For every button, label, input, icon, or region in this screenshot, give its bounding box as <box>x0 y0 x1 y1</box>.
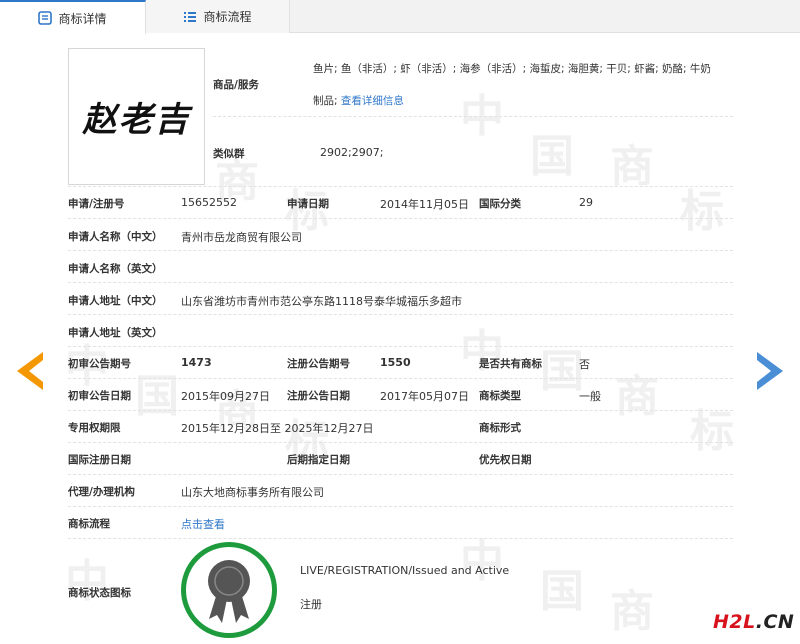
agent-label: 代理/办理机构 <box>68 486 135 498</box>
site-brand-logo: H2L.CN <box>713 611 794 633</box>
prelim-date-label: 初审公告日期 <box>68 390 131 402</box>
intl-reg-date-label: 国际注册日期 <box>68 454 131 466</box>
previous-arrow-inner <box>29 360 43 382</box>
reg-pub-date-value: 2017年05月07日 <box>380 390 469 403</box>
tab-trademark-flow[interactable]: 商标流程 <box>146 0 290 33</box>
address-cn-label: 申请人地址（中文） <box>68 295 163 307</box>
tm-type-label: 商标类型 <box>479 390 521 402</box>
tab-trademark-details[interactable]: 商标详情 <box>0 0 146 34</box>
watermark-char: 国 <box>530 131 574 182</box>
brand-part1: H2L <box>713 611 756 633</box>
tab-label: 商标详情 <box>58 11 107 26</box>
list-icon <box>183 10 197 24</box>
trademark-image: 赵老吉 <box>68 48 205 185</box>
view-flow-link[interactable]: 点击查看 <box>181 516 225 532</box>
view-details-link[interactable]: 查看详细信息 <box>341 95 404 107</box>
status-label: 商标状态图标 <box>68 587 131 599</box>
document-icon <box>38 11 53 25</box>
app-date-value: 2014年11月05日 <box>380 198 469 211</box>
reg-no-label: 申请/注册号 <box>68 198 125 210</box>
agent-value: 山东大地商标事务所有限公司 <box>181 486 324 499</box>
brand-part2: .CN <box>755 611 795 633</box>
status-badge <box>181 542 277 638</box>
prelim-no-label: 初审公告期号 <box>68 358 131 370</box>
divider <box>68 250 733 251</box>
exclusive-period-label: 专用权期限 <box>68 422 121 434</box>
watermark-char: 商 <box>610 141 654 192</box>
watermark-char: 中 <box>460 91 504 142</box>
status-en: LIVE/REGISTRATION/Issued and Active <box>300 564 510 577</box>
intl-class-label: 国际分类 <box>479 198 521 210</box>
priority-date-label: 优先权日期 <box>479 454 532 466</box>
goods-line2: 制品; 查看详细信息 <box>313 93 404 108</box>
goods-line1: 鱼片; 鱼（非活）; 虾（非活）; 海参（非活）; 海蜇皮; 海胆黄; 干贝; … <box>313 63 711 75</box>
applicant-en-label: 申请人名称（英文） <box>68 263 163 275</box>
watermark-char: 国 <box>540 346 584 397</box>
goods-label: 商品/服务 <box>213 79 259 91</box>
divider <box>68 538 733 539</box>
trademark-logo-text: 赵老吉 <box>82 100 191 140</box>
tm-form-label: 商标形式 <box>479 422 521 434</box>
divider <box>68 506 733 507</box>
reg-no-value: 15652552 <box>181 196 237 209</box>
applicant-cn-value: 青州市岳龙商贸有限公司 <box>181 231 302 244</box>
goods-line2-text: 制品; <box>313 95 338 107</box>
watermark-char: 国 <box>540 566 584 617</box>
prelim-no-value: 1473 <box>181 356 212 369</box>
divider <box>68 410 733 411</box>
next-arrow-inner <box>757 360 771 382</box>
divider <box>68 314 733 315</box>
tab-label: 商标流程 <box>203 10 252 24</box>
watermark-char: 国 <box>135 371 179 422</box>
address-en-label: 申请人地址（英文） <box>68 327 163 339</box>
watermark-char: 商 <box>615 371 659 422</box>
prelim-date-value: 2015年09月27日 <box>181 390 270 403</box>
divider <box>68 282 733 283</box>
shared-value: 否 <box>579 358 590 371</box>
status-cn: 注册 <box>300 598 322 611</box>
similar-group-label: 类似群 <box>213 148 245 160</box>
intl-class-value: 29 <box>579 196 593 209</box>
watermark-char: 标 <box>680 186 724 237</box>
divider <box>68 218 733 219</box>
tab-bar: 商标详情 商标流程 <box>0 0 800 34</box>
tm-type-value: 一般 <box>579 390 601 403</box>
applicant-cn-label: 申请人名称（中文） <box>68 231 163 243</box>
reg-pub-date-label: 注册公告日期 <box>287 390 350 402</box>
later-date-label: 后期指定日期 <box>287 454 350 466</box>
divider <box>68 378 733 379</box>
app-date-label: 申请日期 <box>287 198 329 210</box>
similar-group-value: 2902;2907; <box>320 146 384 159</box>
divider <box>68 346 733 347</box>
divider <box>68 186 733 187</box>
exclusive-period-value: 2015年12月28日至 2025年12月27日 <box>181 422 374 435</box>
watermark-char: 商 <box>610 586 654 637</box>
divider <box>68 474 733 475</box>
shared-label: 是否共有商标 <box>479 358 542 370</box>
flow-label: 商标流程 <box>68 518 110 530</box>
award-ribbon-icon <box>208 560 250 623</box>
divider <box>213 116 733 117</box>
watermark-char: 标 <box>690 406 734 457</box>
reg-pub-no-value: 1550 <box>380 356 411 369</box>
watermark-char: 中 <box>460 536 504 587</box>
address-cn-value: 山东省潍坊市青州市范公亭东路1118号泰华城福乐多超市 <box>181 295 462 308</box>
divider <box>68 442 733 443</box>
reg-pub-no-label: 注册公告期号 <box>287 358 350 370</box>
